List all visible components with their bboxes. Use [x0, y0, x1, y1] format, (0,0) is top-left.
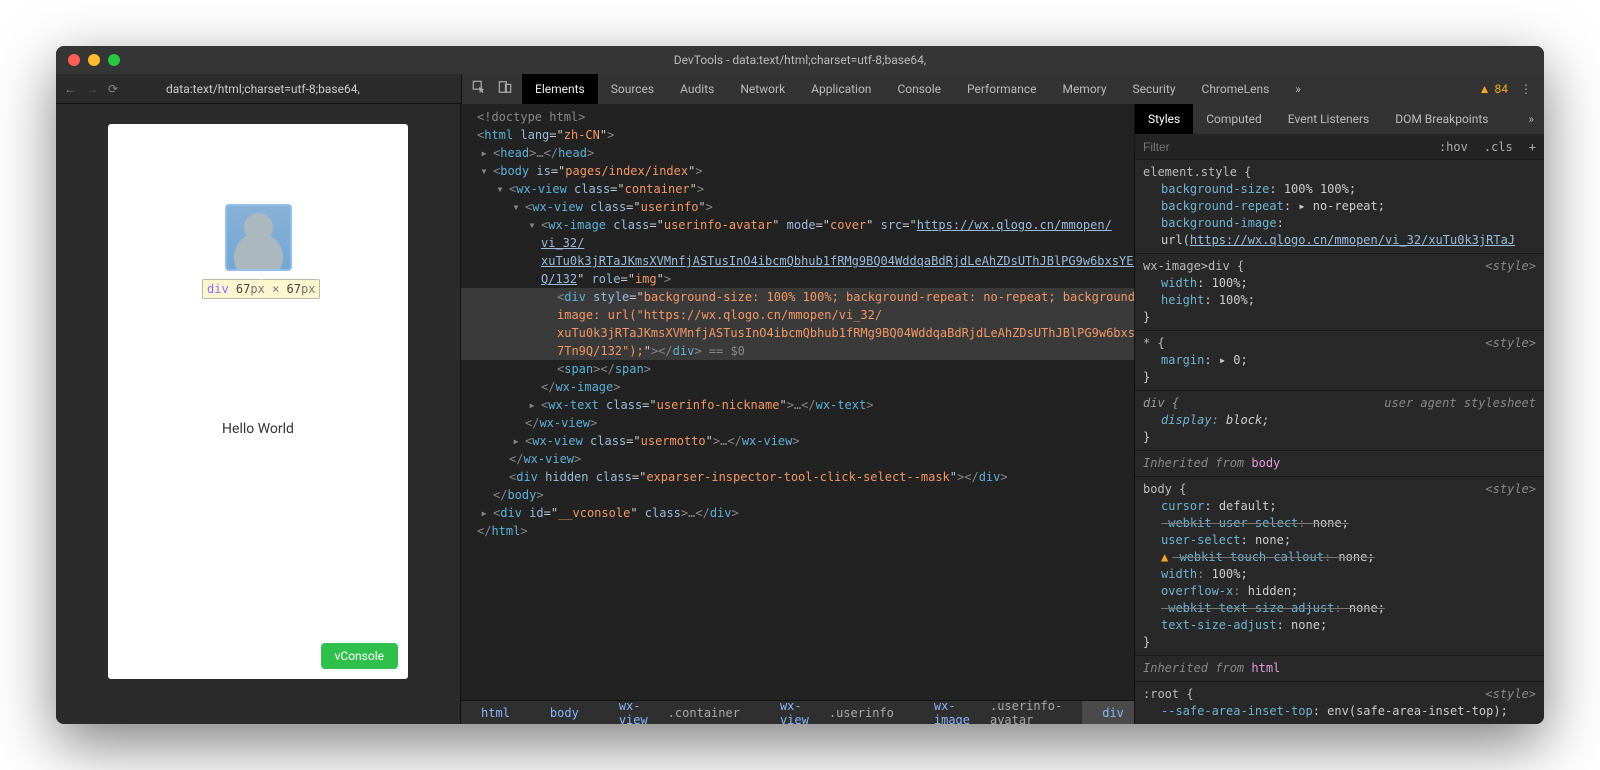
dom-node[interactable]: <!doctype html>: [461, 108, 1134, 126]
devtools-window: DevTools - data:text/html;charset=utf-8;…: [56, 46, 1544, 724]
dom-node[interactable]: <div style="background-size: 100% 100%; …: [461, 288, 1134, 306]
vconsole-button[interactable]: vConsole: [321, 643, 398, 669]
dom-node[interactable]: </wx-view>: [461, 414, 1134, 432]
back-button[interactable]: ←: [64, 82, 76, 96]
tab-chromelens[interactable]: ChromeLens: [1189, 74, 1283, 104]
avatar[interactable]: [225, 204, 292, 271]
styles-tab-styles[interactable]: Styles: [1135, 104, 1193, 134]
dom-node[interactable]: image: url("https://wx.qlogo.cn/mmopen/v…: [461, 306, 1134, 324]
cls-toggle[interactable]: .cls: [1476, 140, 1521, 154]
hov-toggle[interactable]: :hov: [1431, 140, 1476, 154]
warnings-badge[interactable]: ▲ 84: [1479, 82, 1508, 96]
dom-node[interactable]: ▾<wx-view class="userinfo">: [461, 198, 1134, 216]
style-rule[interactable]: element.style {background-size: 100% 100…: [1135, 160, 1544, 254]
styles-filter-input[interactable]: [1135, 140, 1431, 154]
dom-node[interactable]: </wx-view>: [461, 450, 1134, 468]
tab-security[interactable]: Security: [1120, 74, 1189, 104]
device-simulator: div 67px × 67px Hello World vConsole: [56, 104, 461, 724]
style-rule[interactable]: <style>:root {--safe-area-inset-top: env…: [1135, 682, 1544, 724]
breadcrumb-item[interactable]: wx-image.userinfo-avatar: [914, 701, 1082, 724]
dom-node[interactable]: ▸<wx-text class="userinfo-nickname">…</w…: [461, 396, 1134, 414]
tab-console[interactable]: Console: [884, 74, 954, 104]
tab-performance[interactable]: Performance: [954, 74, 1049, 104]
tooltip-tag: div: [207, 282, 229, 296]
styles-tabs-overflow[interactable]: »: [1518, 104, 1544, 134]
dom-node[interactable]: xuTu0k3jRTaJKmsXVMnfjASTusInO4ibcmQbhub1…: [461, 324, 1134, 342]
dom-node[interactable]: ▾<body is="pages/index/index">: [461, 162, 1134, 180]
close-icon[interactable]: [68, 54, 80, 66]
toolbar: ← → ⟳ data:text/html;charset=utf-8;base6…: [56, 74, 1544, 104]
style-rule[interactable]: <style>wx-image>div {width: 100%;height:…: [1135, 254, 1544, 331]
reload-button[interactable]: ⟳: [108, 82, 118, 96]
dom-node[interactable]: 7Tn9Q/132");"></div> == $0: [461, 342, 1134, 360]
dom-node[interactable]: <div hidden class="exparser-inspector-to…: [461, 468, 1134, 486]
tab-sources[interactable]: Sources: [598, 74, 667, 104]
dom-node[interactable]: </wx-image>: [461, 378, 1134, 396]
breadcrumb[interactable]: htmlbodywx-view.containerwx-view.userinf…: [461, 700, 1134, 724]
breadcrumb-item[interactable]: html: [461, 701, 530, 724]
tab-network[interactable]: Network: [727, 74, 798, 104]
warnings-count: 84: [1495, 82, 1509, 96]
breadcrumb-item[interactable]: wx-view.container: [599, 701, 760, 724]
dom-node[interactable]: </html>: [461, 522, 1134, 540]
tab-application[interactable]: Application: [798, 74, 884, 104]
tabs-overflow-button[interactable]: »: [1282, 74, 1314, 104]
hello-text: Hello World: [222, 421, 294, 437]
maximize-icon[interactable]: [108, 54, 120, 66]
devtools-tabstrip: ElementsSourcesAuditsNetworkApplicationC…: [461, 74, 1544, 104]
window-controls: [56, 54, 120, 66]
warning-icon: ▲: [1479, 82, 1491, 96]
new-style-rule-button[interactable]: +: [1521, 140, 1544, 154]
styles-tab-computed[interactable]: Computed: [1193, 104, 1275, 134]
selection-tooltip: div 67px × 67px: [202, 279, 320, 299]
dom-node[interactable]: Q/132" role="img">: [461, 270, 1134, 288]
minimize-icon[interactable]: [88, 54, 100, 66]
breadcrumb-item[interactable]: body: [530, 701, 599, 724]
devtools-menu-button[interactable]: ⋮: [1520, 83, 1532, 95]
url-display[interactable]: data:text/html;charset=utf-8;base64,: [166, 82, 461, 96]
styles-panel: StylesComputedEvent ListenersDOM Breakpo…: [1134, 104, 1544, 724]
dom-node[interactable]: ▾<wx-image class="userinfo-avatar" mode=…: [461, 216, 1134, 234]
tooltip-height: 67: [287, 282, 301, 296]
style-rules[interactable]: element.style {background-size: 100% 100…: [1135, 160, 1544, 724]
dom-node[interactable]: vi_32/: [461, 234, 1134, 252]
style-rule[interactable]: <style>body {cursor: default;-webkit-use…: [1135, 477, 1544, 656]
dom-node[interactable]: xuTu0k3jRTaJKmsXVMnfjASTusInO4ibcmQbhub1…: [461, 252, 1134, 270]
dom-node[interactable]: <span></span>: [461, 360, 1134, 378]
dom-node[interactable]: ▸<wx-view class="usermotto">…</wx-view>: [461, 432, 1134, 450]
title-bar: DevTools - data:text/html;charset=utf-8;…: [56, 46, 1544, 74]
dom-node[interactable]: ▸<head>…</head>: [461, 144, 1134, 162]
styles-filter-row: :hov .cls +: [1135, 134, 1544, 160]
inspect-element-icon[interactable]: [472, 80, 486, 97]
style-rule[interactable]: Inherited from body: [1135, 451, 1544, 477]
dom-node[interactable]: ▸<div id="__vconsole" class>…</div>: [461, 504, 1134, 522]
forward-button[interactable]: →: [86, 82, 98, 96]
tab-audits[interactable]: Audits: [667, 74, 727, 104]
device-frame: div 67px × 67px Hello World vConsole: [108, 124, 408, 679]
tab-elements[interactable]: Elements: [522, 74, 598, 104]
device-toggle-icon[interactable]: [498, 80, 512, 97]
dom-node[interactable]: <html lang="zh-CN">: [461, 126, 1134, 144]
window-title: DevTools - data:text/html;charset=utf-8;…: [56, 53, 1544, 67]
style-rule[interactable]: Inherited from html: [1135, 656, 1544, 682]
style-rule[interactable]: <style>* {margin: ▸ 0;}: [1135, 331, 1544, 391]
tab-memory[interactable]: Memory: [1049, 74, 1119, 104]
styles-tab-dom-breakpoints[interactable]: DOM Breakpoints: [1382, 104, 1501, 134]
tooltip-width: 67: [236, 282, 250, 296]
breadcrumb-item[interactable]: wx-view.userinfo: [760, 701, 914, 724]
elements-panel: <!doctype html><html lang="zh-CN">▸<head…: [461, 104, 1134, 724]
style-rule[interactable]: user agent stylesheetdiv {display: block…: [1135, 391, 1544, 451]
styles-tab-event-listeners[interactable]: Event Listeners: [1275, 104, 1382, 134]
dom-node[interactable]: ▾<wx-view class="container">: [461, 180, 1134, 198]
styles-tabbar: StylesComputedEvent ListenersDOM Breakpo…: [1135, 104, 1544, 134]
dom-node[interactable]: </body>: [461, 486, 1134, 504]
main-area: div 67px × 67px Hello World vConsole <!d…: [56, 104, 1544, 724]
dom-tree[interactable]: <!doctype html><html lang="zh-CN">▸<head…: [461, 104, 1134, 700]
